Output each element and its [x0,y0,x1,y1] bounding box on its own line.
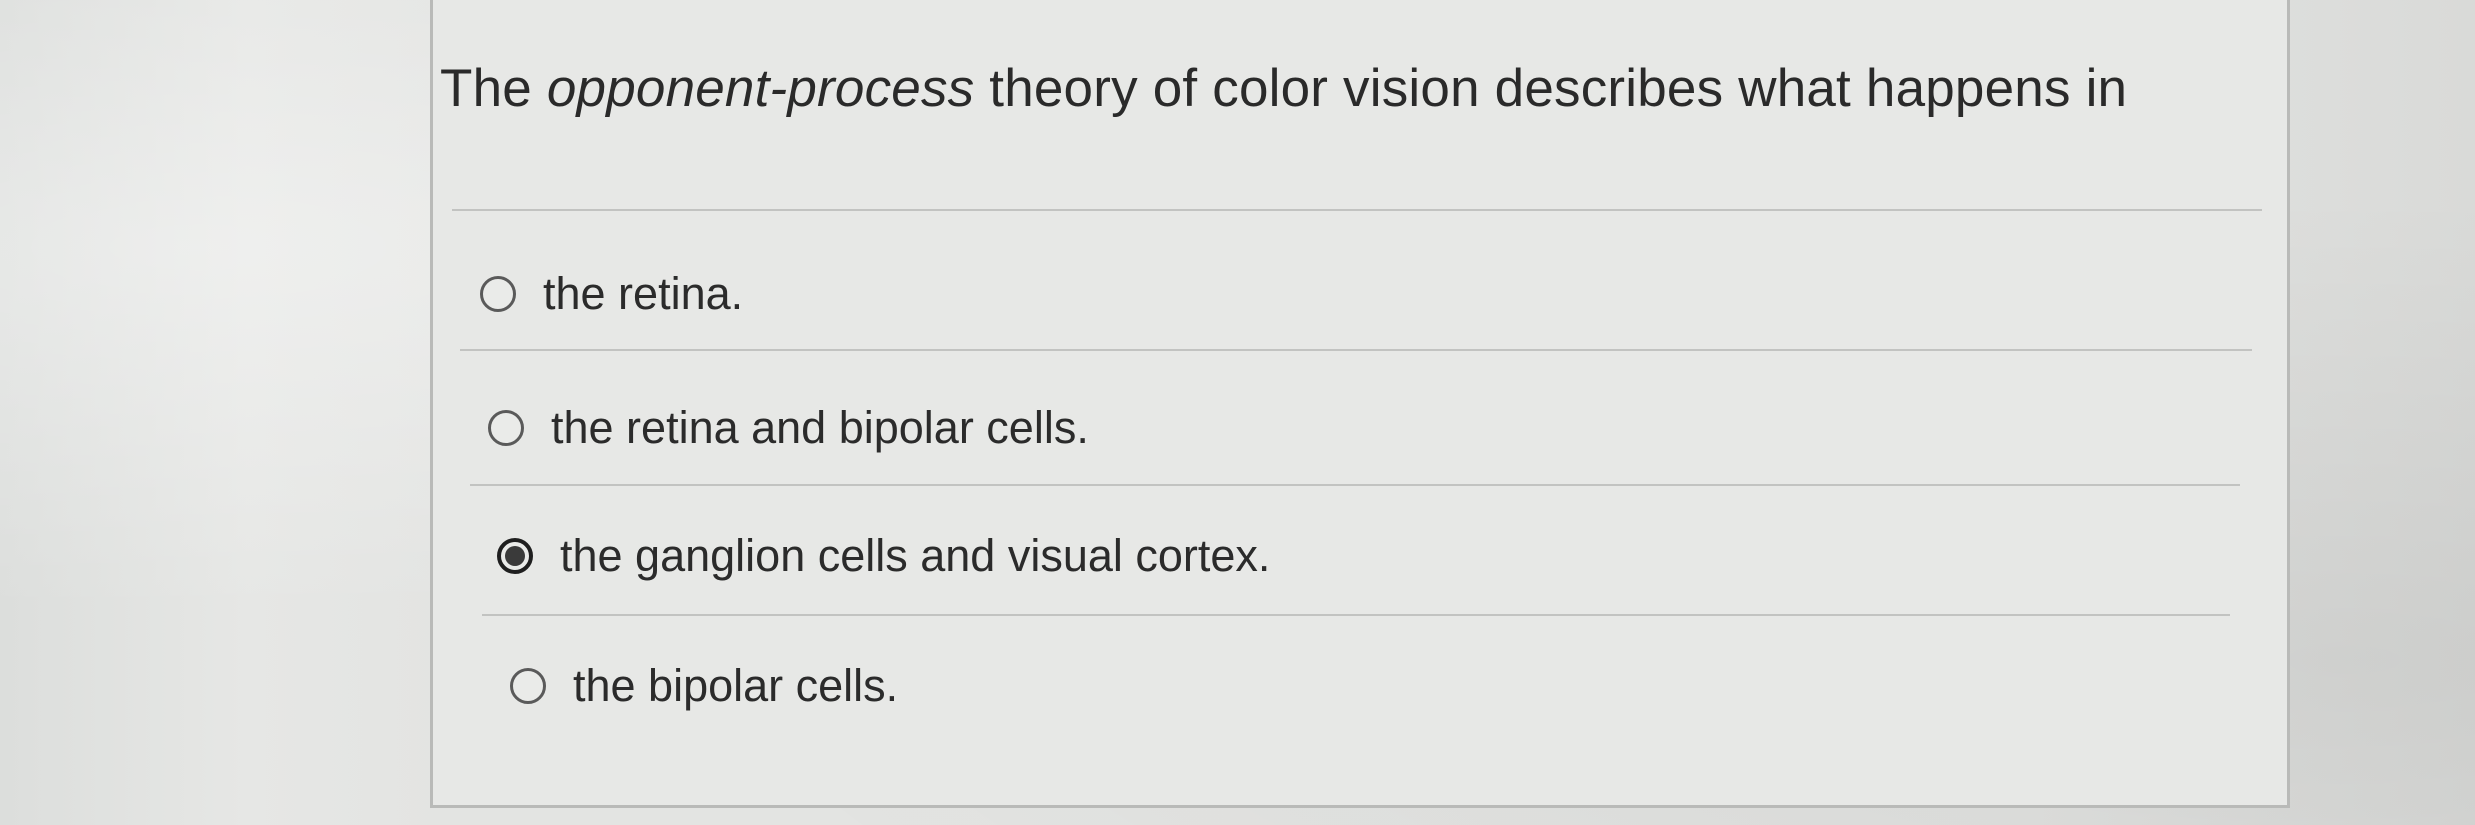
radio-button-4[interactable] [510,668,546,704]
divider [482,614,2230,616]
answer-option-3-label: the ganglion cells and visual cortex. [560,530,1271,581]
radio-button-3-selected[interactable] [497,538,533,574]
answer-option-2-label: the retina and bipolar cells. [551,402,1089,453]
divider [460,349,2252,351]
radio-selected-dot [505,546,525,566]
divider [452,209,2262,211]
radio-button-2[interactable] [488,410,524,446]
question-text-end: theory of color vision describes what ha… [974,59,2128,118]
answer-option-3[interactable]: the ganglion cells and visual cortex. [497,530,1270,582]
question-text-start: The [440,59,547,118]
answer-option-1-label: the retina. [543,268,744,319]
question-text: The opponent-process theory of color vis… [440,58,2127,119]
radio-button-1[interactable] [480,276,516,312]
answer-option-2[interactable]: the retina and bipolar cells. [488,402,1089,454]
divider [470,484,2240,486]
answer-option-1[interactable]: the retina. [480,268,743,320]
answer-option-4[interactable]: the bipolar cells. [510,660,898,712]
answer-option-4-label: the bipolar cells. [573,660,899,711]
question-text-term: opponent-process [546,59,975,118]
